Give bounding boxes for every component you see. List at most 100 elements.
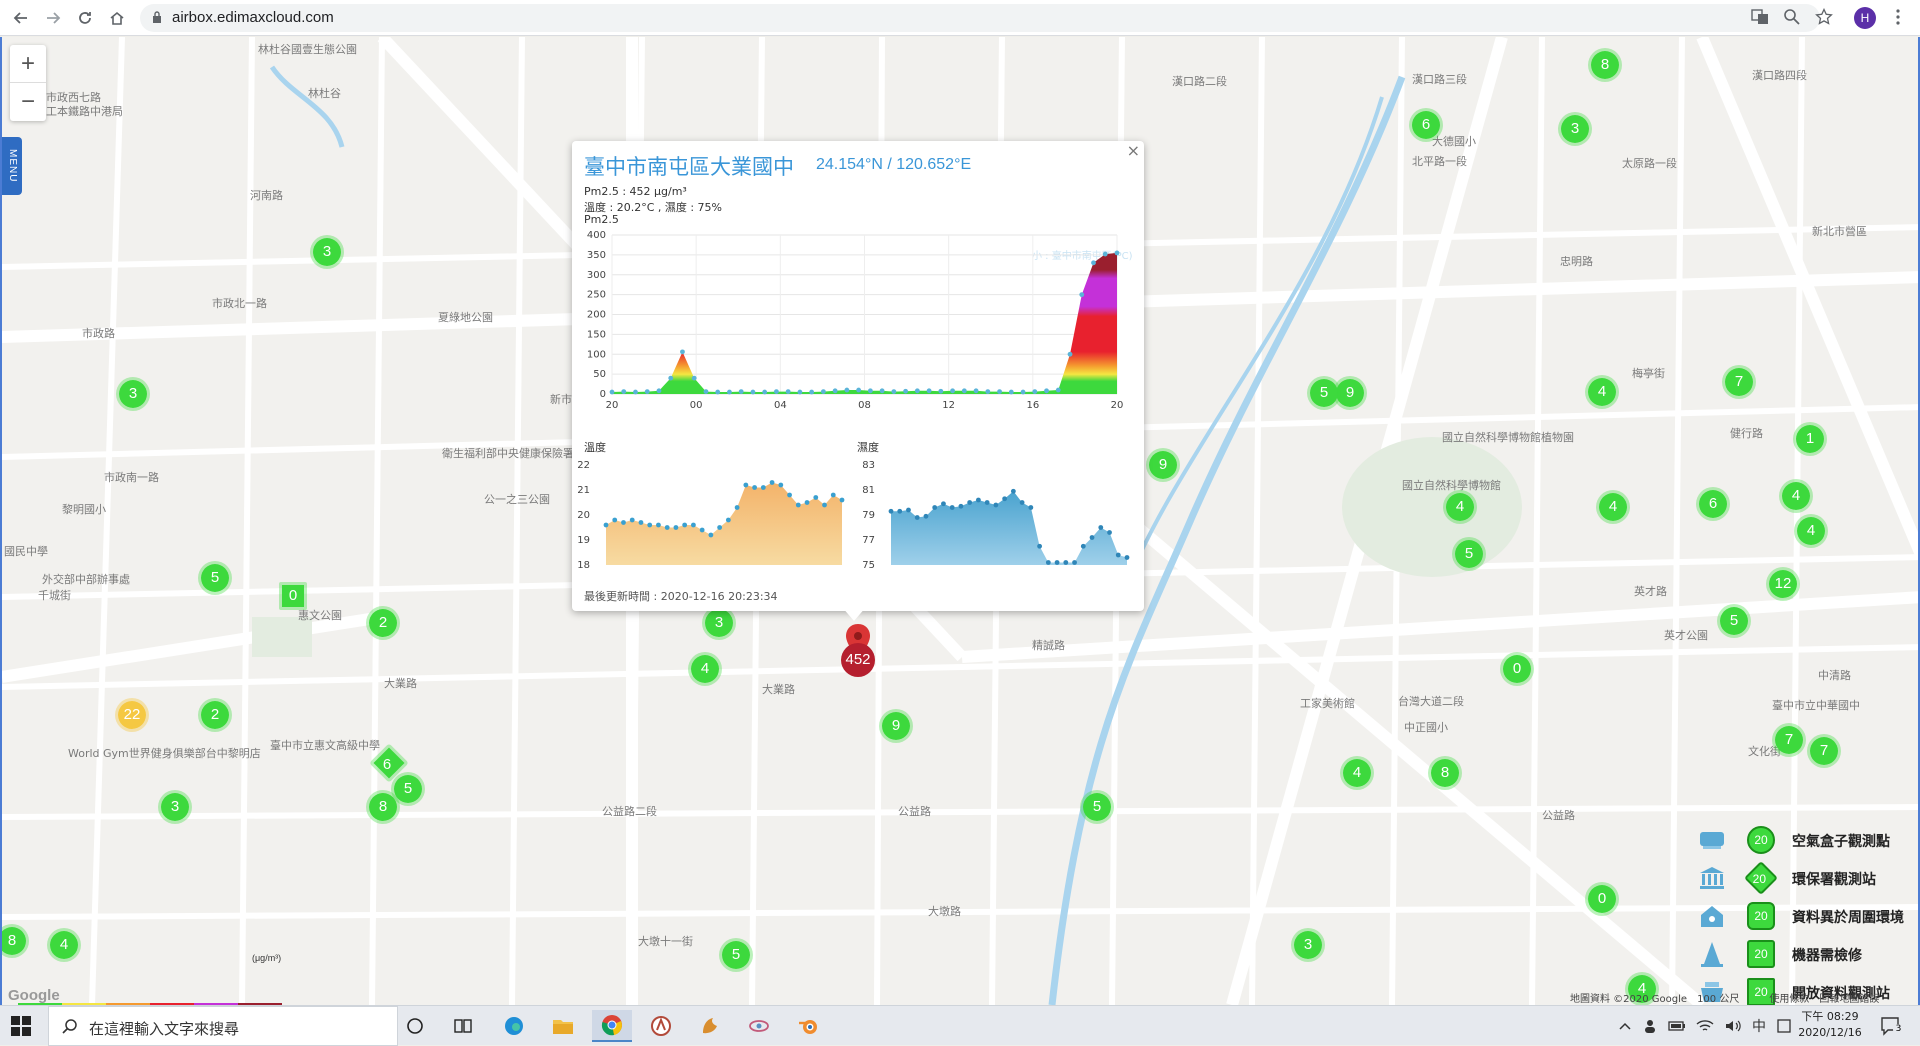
airbox-marker-moderate[interactable]: 22 xyxy=(115,698,149,732)
keyboard-icon[interactable] xyxy=(1776,1018,1792,1034)
airbox-marker[interactable]: 0 xyxy=(1500,652,1534,686)
pm25-point xyxy=(832,388,838,394)
airbox-marker[interactable]: 8 xyxy=(1428,756,1462,790)
open-data-marker[interactable]: 0 xyxy=(279,582,307,610)
back-button[interactable] xyxy=(10,7,32,29)
y-tick-label: 77 xyxy=(862,535,875,546)
wifi-icon[interactable] xyxy=(1696,1019,1714,1033)
airbox-marker[interactable]: 8 xyxy=(1588,48,1622,82)
airbox-marker[interactable]: 7 xyxy=(1722,365,1756,399)
airbox-marker[interactable]: 12 xyxy=(1766,567,1800,601)
airbox-marker[interactable]: 4 xyxy=(1794,514,1828,548)
translate-icon[interactable] xyxy=(1750,8,1770,28)
airbox-marker[interactable]: 5 xyxy=(198,561,232,595)
app-icon-2[interactable] xyxy=(690,1010,730,1042)
chart-point xyxy=(1028,505,1034,510)
airbox-marker[interactable]: 3 xyxy=(310,235,344,269)
airbox-marker[interactable]: 6 xyxy=(1696,487,1730,521)
reload-icon xyxy=(79,12,91,24)
taskbar-clock[interactable]: 下午 08:29 2020/12/16 xyxy=(1795,1009,1865,1041)
airbox-marker[interactable]: 1 xyxy=(1793,422,1827,456)
profile-avatar[interactable]: H xyxy=(1854,7,1876,29)
airbox-marker[interactable]: 4 xyxy=(1596,490,1630,524)
airbox-marker[interactable]: 3 xyxy=(158,790,192,824)
pm25-point xyxy=(867,388,873,394)
airbox-marker[interactable]: 5 xyxy=(1717,604,1751,638)
star-icon[interactable] xyxy=(1814,7,1834,28)
airbox-marker[interactable]: 3 xyxy=(1291,928,1325,962)
airbox-marker[interactable]: 5 xyxy=(1080,790,1114,824)
airbox-marker[interactable]: 4 xyxy=(1585,375,1619,409)
file-explorer-icon[interactable] xyxy=(543,1010,583,1042)
airbox-marker[interactable]: 9 xyxy=(1146,448,1180,482)
reload-button[interactable] xyxy=(74,7,96,29)
airbox-marker[interactable]: 3 xyxy=(702,606,736,640)
chart-point xyxy=(888,508,894,514)
airbox-marker[interactable]: 4 xyxy=(688,652,722,686)
airbox-marker[interactable]: 8 xyxy=(366,790,400,824)
airbox-marker[interactable]: 4 xyxy=(1443,490,1477,524)
map-label: 林杜谷國壹生態公園 xyxy=(258,43,357,56)
map-label: 大墩十一街 xyxy=(638,935,693,948)
airbox-marker[interactable]: 7 xyxy=(1807,734,1841,768)
pm25-point xyxy=(727,389,732,395)
airbox-marker[interactable]: 0 xyxy=(1585,882,1619,916)
address-bar[interactable]: airbox.edimaxcloud.com xyxy=(140,4,1820,32)
cortana-icon[interactable] xyxy=(395,1010,435,1042)
blender-icon[interactable] xyxy=(788,1010,828,1042)
task-view-icon[interactable] xyxy=(443,1010,483,1042)
chart-point xyxy=(923,513,929,519)
selected-station-marker[interactable]: 452 xyxy=(841,643,875,677)
map-attribution[interactable]: 地圖資料 ©2020 Google 100 公尺 使用條款 回報地圖錯誤 xyxy=(1570,990,1879,1005)
home-button[interactable] xyxy=(106,7,128,29)
people-icon[interactable] xyxy=(1642,1018,1658,1034)
airbox-marker[interactable]: 5 xyxy=(1307,376,1341,410)
airbox-marker[interactable]: 4 xyxy=(47,928,81,962)
chart-point xyxy=(897,508,903,514)
notification-center-icon[interactable]: 3 xyxy=(1880,1016,1904,1036)
chart-point xyxy=(664,525,670,530)
pm25-point xyxy=(844,387,850,393)
kebab-menu-icon[interactable] xyxy=(1888,8,1908,28)
airbox-marker[interactable]: 4 xyxy=(1340,756,1374,790)
x-tick-label: 20 xyxy=(606,400,619,411)
airbox-marker[interactable]: 3 xyxy=(1558,112,1592,146)
popup-close-button[interactable]: × xyxy=(1127,141,1140,160)
airbox-marker[interactable]: 2 xyxy=(198,698,232,732)
airbox-marker[interactable]: 9 xyxy=(879,709,913,743)
url-text[interactable]: airbox.edimaxcloud.com xyxy=(172,9,334,26)
airbox-marker[interactable]: 3 xyxy=(116,377,150,411)
pm25-point xyxy=(633,389,638,395)
airbox-marker[interactable]: 5 xyxy=(719,938,753,972)
y-tick-label: 75 xyxy=(862,560,875,571)
airbox-marker[interactable]: 4 xyxy=(1779,479,1813,513)
cone-icon xyxy=(1701,942,1723,967)
airbox-marker[interactable]: 5 xyxy=(1452,537,1486,571)
map-label: 臺中市立惠文高級中學 xyxy=(270,739,380,752)
app-icon-3[interactable] xyxy=(739,1010,779,1042)
battery-icon[interactable] xyxy=(1668,1019,1686,1033)
forward-button[interactable] xyxy=(42,7,64,29)
zoom-in-button[interactable]: + xyxy=(10,45,46,83)
airbox-marker[interactable]: 7 xyxy=(1772,723,1806,757)
menu-tab[interactable]: MENU xyxy=(2,137,22,195)
pm25-point xyxy=(879,388,885,394)
search-icon xyxy=(62,1019,77,1034)
ime-indicator[interactable]: 中 xyxy=(1752,1016,1766,1036)
edge-icon[interactable] xyxy=(494,1010,534,1042)
airbox-marker[interactable]: 2 xyxy=(366,606,400,640)
y-tick-label: 20 xyxy=(577,510,590,521)
chart-point xyxy=(1080,543,1086,549)
zoom-out-button[interactable]: − xyxy=(10,83,46,121)
map-label: 漢口路四段 xyxy=(1752,69,1807,82)
volume-icon[interactable] xyxy=(1724,1019,1742,1033)
magnify-icon[interactable] xyxy=(1782,8,1802,28)
chevron-up-icon[interactable] xyxy=(1618,1019,1632,1033)
windows-start-icon[interactable] xyxy=(10,1015,32,1037)
chart-point xyxy=(830,492,836,498)
taskbar-search-box[interactable]: 在這裡輸入文字來搜尋 xyxy=(48,1006,398,1046)
chrome-icon[interactable] xyxy=(592,1010,632,1042)
airbox-marker[interactable]: 6 xyxy=(1409,108,1443,142)
pm25-point xyxy=(703,389,709,395)
app-icon-1[interactable] xyxy=(641,1010,681,1042)
